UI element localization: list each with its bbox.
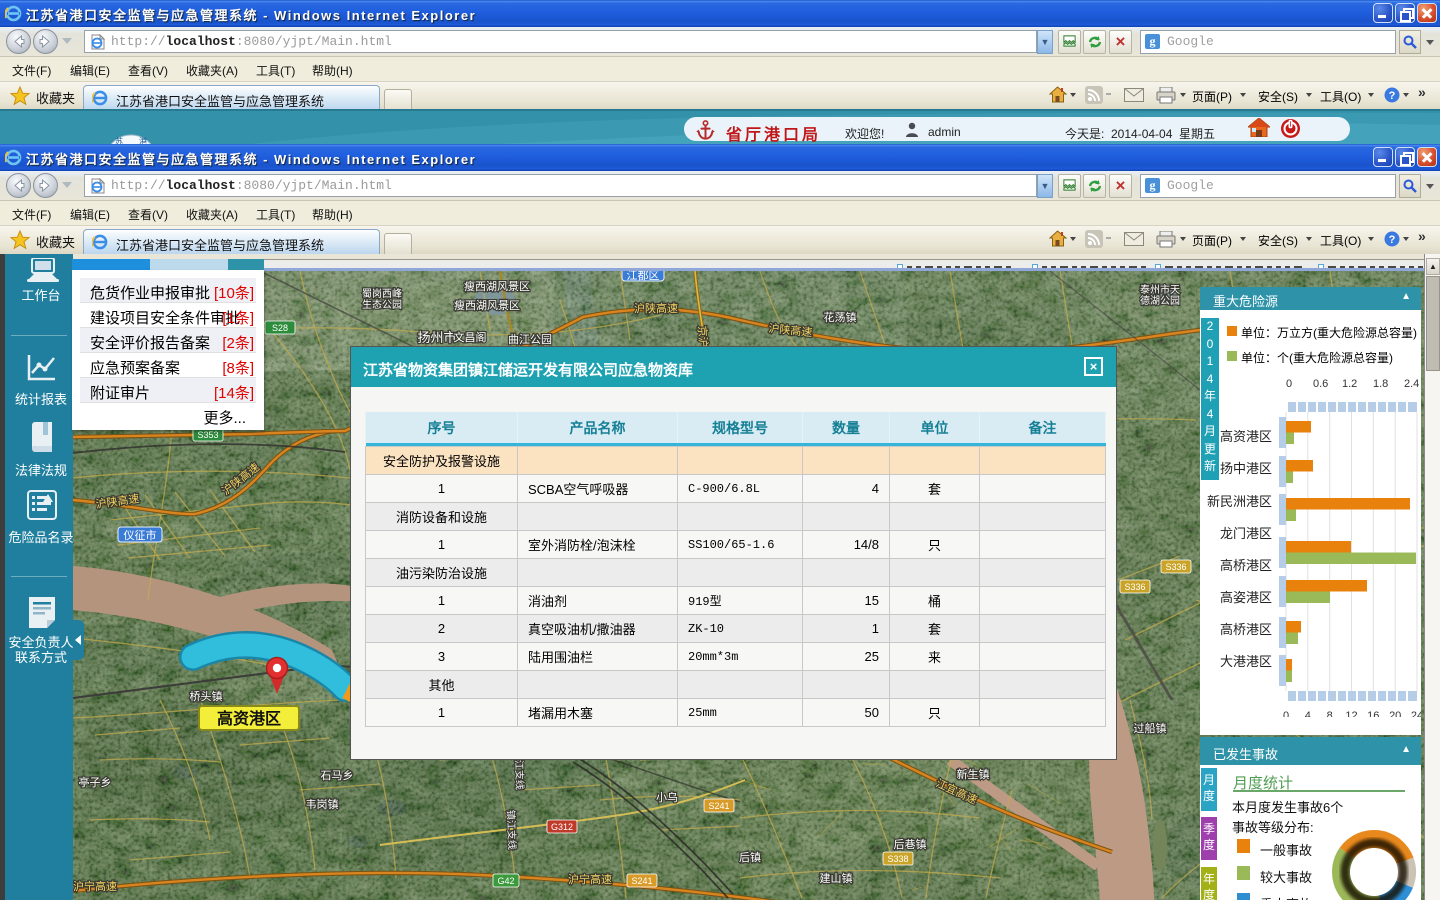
svg-text:S353: S353 bbox=[197, 430, 218, 440]
svg-text:瘦西湖风景区: 瘦西湖风景区 bbox=[464, 279, 530, 293]
svg-text:江支线: 江支线 bbox=[512, 760, 526, 790]
svg-text:港: 港 bbox=[139, 136, 147, 144]
svg-text:0.6: 0.6 bbox=[1313, 378, 1328, 390]
svg-text:16: 16 bbox=[1367, 710, 1379, 717]
svg-text:1.2: 1.2 bbox=[1342, 378, 1357, 390]
svg-text:沪宁高速: 沪宁高速 bbox=[568, 872, 612, 886]
svg-text:桥头镇: 桥头镇 bbox=[190, 689, 223, 703]
svg-text:龙门港区: 龙门港区 bbox=[1220, 526, 1272, 541]
svg-text:小乌: 小乌 bbox=[656, 790, 678, 804]
svg-text:瘦西湖风景区: 瘦西湖风景区 bbox=[454, 298, 520, 312]
svg-text:后镇: 后镇 bbox=[739, 850, 761, 864]
svg-text:亭子乡: 亭子乡 bbox=[79, 775, 112, 789]
svg-text:2.4: 2.4 bbox=[1404, 378, 1419, 390]
svg-text:高资港区: 高资港区 bbox=[217, 709, 281, 728]
svg-text:G312: G312 bbox=[551, 822, 573, 832]
svg-text:曲江公园: 曲江公园 bbox=[508, 333, 552, 346]
svg-text:沪宁高速: 沪宁高速 bbox=[73, 879, 117, 893]
svg-text:1.8: 1.8 bbox=[1373, 378, 1388, 390]
svg-text:0: 0 bbox=[1286, 378, 1292, 390]
svg-text:大港港区: 大港港区 bbox=[1220, 654, 1272, 669]
svg-text:G42: G42 bbox=[497, 876, 514, 886]
svg-text:扬州市: 扬州市 bbox=[417, 330, 456, 345]
svg-text:仪征市: 仪征市 bbox=[124, 528, 157, 542]
svg-text:S241: S241 bbox=[708, 801, 729, 811]
svg-text:沪陕高速: 沪陕高速 bbox=[634, 301, 678, 315]
svg-text:后巷镇: 后巷镇 bbox=[894, 837, 927, 851]
svg-text:?: ? bbox=[1389, 90, 1396, 102]
svg-text:蜀岗西峰: 蜀岗西峰 bbox=[362, 288, 402, 300]
svg-text:泰州市天: 泰州市天 bbox=[1140, 283, 1180, 296]
svg-text:韦岗镇: 韦岗镇 bbox=[306, 797, 339, 811]
svg-text:S336: S336 bbox=[1124, 582, 1145, 592]
svg-text:24: 24 bbox=[1411, 710, 1421, 717]
svg-text:建山镇: 建山镇 bbox=[820, 871, 853, 885]
svg-text:文昌阁: 文昌阁 bbox=[454, 330, 487, 344]
svg-text:德湖公园: 德湖公园 bbox=[1140, 294, 1180, 307]
svg-text:过船镇: 过船镇 bbox=[1134, 721, 1167, 735]
svg-text:高姿港区: 高姿港区 bbox=[1220, 590, 1272, 605]
svg-text:高桥港区: 高桥港区 bbox=[1220, 558, 1272, 573]
svg-text:8: 8 bbox=[1327, 710, 1333, 717]
svg-text:花荡镇: 花荡镇 bbox=[824, 310, 857, 324]
svg-text:高资港区: 高资港区 bbox=[1220, 429, 1272, 444]
svg-text:新生镇: 新生镇 bbox=[957, 767, 990, 781]
svg-text:12: 12 bbox=[1345, 710, 1357, 717]
svg-text:0: 0 bbox=[1283, 710, 1289, 717]
svg-text:高桥港区: 高桥港区 bbox=[1220, 622, 1272, 637]
svg-text:石马乡: 石马乡 bbox=[321, 769, 354, 782]
svg-text:生态公园: 生态公园 bbox=[362, 298, 402, 311]
svg-text:苏: 苏 bbox=[115, 136, 123, 144]
svg-text:S338: S338 bbox=[887, 854, 908, 864]
svg-text:新民洲港区: 新民洲港区 bbox=[1207, 494, 1272, 509]
svg-text:扬中港区: 扬中港区 bbox=[1220, 461, 1272, 476]
svg-text:S28: S28 bbox=[272, 323, 288, 333]
svg-text:S241: S241 bbox=[631, 876, 652, 886]
svg-text:S336: S336 bbox=[1165, 562, 1186, 572]
svg-text:4: 4 bbox=[1305, 710, 1311, 717]
svg-text:?: ? bbox=[1389, 234, 1396, 246]
svg-text:20: 20 bbox=[1389, 710, 1401, 717]
